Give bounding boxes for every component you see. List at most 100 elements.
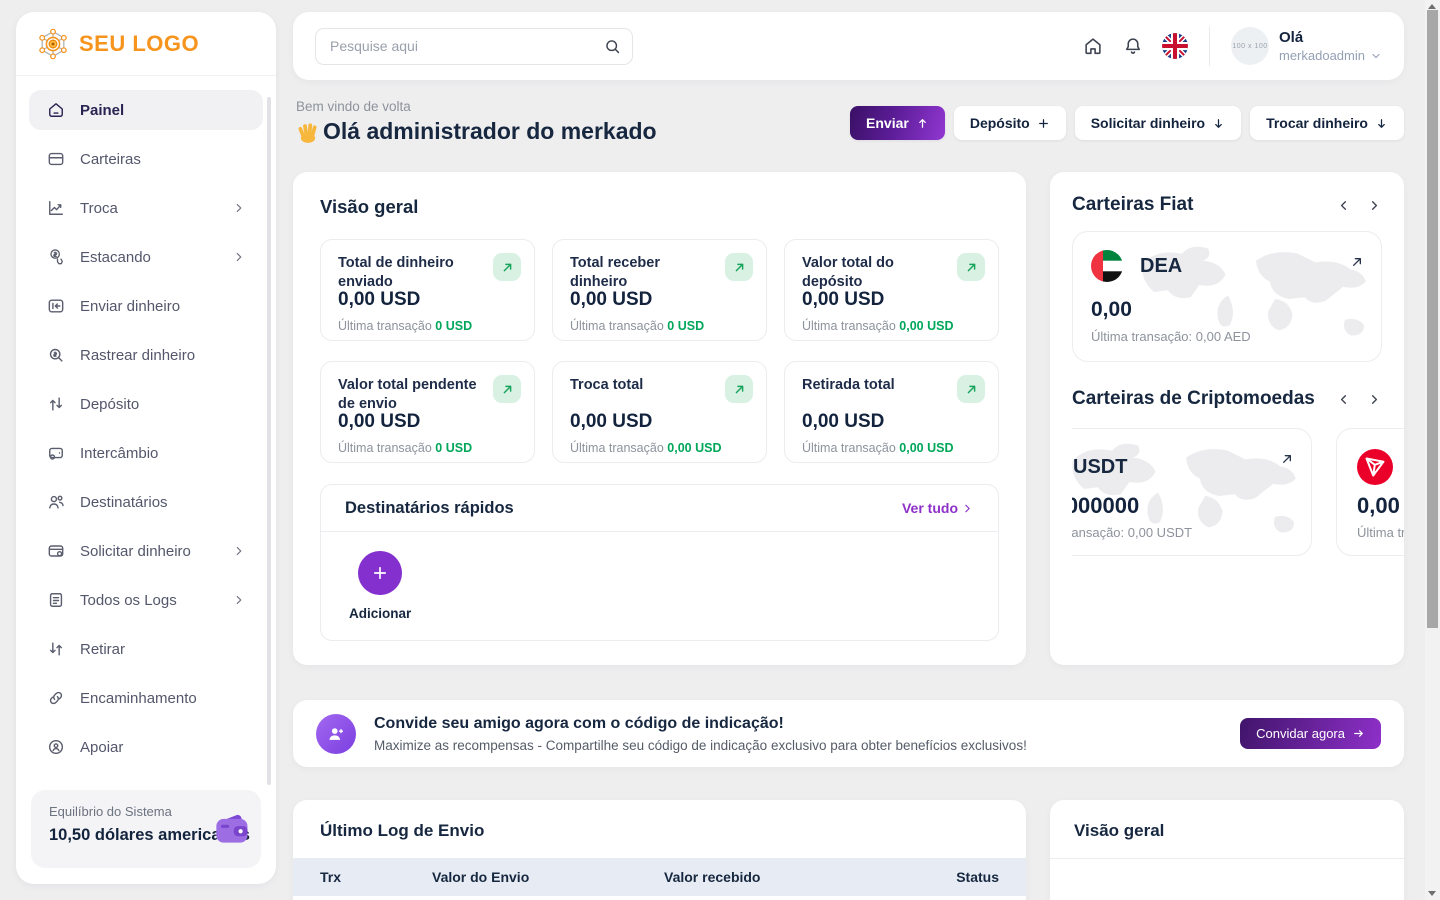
- page-scrollbar[interactable]: [1425, 0, 1440, 900]
- plus-icon: [358, 551, 402, 595]
- arrow-up-right-icon[interactable]: [957, 253, 985, 281]
- sidebar-item-estacando[interactable]: Estacando: [29, 237, 263, 277]
- user-menu[interactable]: 100 x 100 Olá merkadoadmin: [1231, 27, 1382, 65]
- bell-icon[interactable]: [1122, 35, 1144, 57]
- dashboard-screen: SEU LOGO Painel Carteiras Troca: [0, 0, 1440, 900]
- column-send-value: Valor do Envio: [432, 869, 664, 885]
- sidebar-item-solicitar-dinheiro[interactable]: Solicitar dinheiro: [29, 531, 263, 571]
- crypto-wallet-balance: 0,00000000: [1072, 493, 1139, 519]
- system-balance-card: Equilíbrio do Sistema 10,50 dólares amer…: [31, 790, 261, 868]
- chart-line-icon: [46, 198, 66, 218]
- add-recipient-label: Adicionar: [349, 606, 411, 621]
- sidebar-item-enviar-dinheiro[interactable]: Enviar dinheiro: [29, 286, 263, 326]
- referral-title: Convide seu amigo agora com o código de …: [374, 715, 1027, 733]
- sidebar-item-retirar[interactable]: Retirar: [29, 629, 263, 669]
- user-greeting: Olá: [1279, 29, 1382, 46]
- sidebar-item-label: Intercâmbio: [80, 445, 158, 462]
- send-money-icon: [46, 296, 66, 316]
- sidebar-item-label: Destinatários: [80, 494, 168, 511]
- sidebar-item-rastrear-dinheiro[interactable]: Rastrear dinheiro: [29, 335, 263, 375]
- sidebar-item-intercambio[interactable]: Intercâmbio: [29, 433, 263, 473]
- sidebar: SEU LOGO Painel Carteiras Troca: [16, 12, 276, 884]
- send-log-panel: Último Log de Envio Trx Valor do Envio V…: [293, 800, 1026, 900]
- request-money-button[interactable]: Solicitar dinheiro: [1075, 106, 1241, 140]
- username: merkadoadmin: [1279, 48, 1365, 63]
- wave-hand-icon: [296, 120, 320, 144]
- sidebar-item-apoiar[interactable]: Apoiar: [29, 727, 263, 767]
- arrow-up-right-icon[interactable]: [957, 375, 985, 403]
- quick-recipients-card: Destinatários rápidos Ver tudo Adicionar: [320, 484, 999, 641]
- plus-icon: [1037, 117, 1050, 130]
- request-money-icon: [46, 541, 66, 561]
- arrow-down-icon: [1212, 117, 1225, 130]
- crypto-wallet-last-transaction: Última transação: 0,00 USDT: [1072, 525, 1192, 540]
- logo-icon: [36, 27, 70, 61]
- sidebar-item-label: Painel: [80, 102, 124, 119]
- chevron-down-icon: [1370, 50, 1382, 62]
- search-icon[interactable]: [603, 37, 622, 56]
- carousel-prev-icon[interactable]: [1336, 392, 1351, 407]
- sidebar-item-label: Depósito: [80, 396, 139, 413]
- chevron-right-icon: [232, 201, 246, 215]
- sidebar-item-label: Carteiras: [80, 151, 141, 168]
- crypto-wallets-title: Carteiras de Criptomoedas: [1072, 388, 1315, 410]
- add-recipient-button[interactable]: Adicionar: [349, 551, 411, 621]
- carousel-prev-icon[interactable]: [1336, 198, 1351, 213]
- sidebar-item-todos-os-logs[interactable]: Todos os Logs: [29, 580, 263, 620]
- fiat-wallet-card-aed: DEA 0,00 Última transação: 0,00 AED: [1072, 231, 1382, 362]
- sidebar-item-label: Encaminhamento: [80, 690, 197, 707]
- arrow-up-right-icon[interactable]: [725, 375, 753, 403]
- home-icon[interactable]: [1082, 35, 1104, 57]
- logo[interactable]: SEU LOGO: [16, 12, 276, 76]
- purple-wallet-icon: [209, 806, 253, 850]
- column-received-value: Valor recebido: [664, 869, 956, 885]
- fiat-wallets-title: Carteiras Fiat: [1072, 194, 1193, 216]
- arrow-up-right-icon[interactable]: [493, 253, 521, 281]
- send-button[interactable]: Enviar: [850, 106, 945, 140]
- column-status: Status: [956, 869, 999, 885]
- arrow-up-right-icon[interactable]: [1279, 451, 1295, 467]
- sidebar-item-label: Rastrear dinheiro: [80, 347, 195, 364]
- scroll-down-arrow[interactable]: [1428, 891, 1436, 896]
- scrollbar-thumb[interactable]: [1427, 10, 1438, 628]
- sidebar-item-encaminhamento[interactable]: Encaminhamento: [29, 678, 263, 718]
- arrow-up-right-icon[interactable]: [493, 375, 521, 403]
- fiat-wallet-last-transaction: Última transação: 0,00 AED: [1091, 329, 1251, 344]
- sidebar-item-label: Solicitar dinheiro: [80, 543, 191, 560]
- overview-panel: Visão geral Total de dinheiro enviado 0,…: [293, 172, 1026, 665]
- deposit-button[interactable]: Depósito: [954, 106, 1066, 140]
- carousel-next-icon[interactable]: [1367, 392, 1382, 407]
- sidebar-item-painel[interactable]: Painel: [29, 90, 263, 130]
- carousel-next-icon[interactable]: [1367, 198, 1382, 213]
- sidebar-item-troca[interactable]: Troca: [29, 188, 263, 228]
- arrow-up-icon: [916, 117, 929, 130]
- tron-icon: [1357, 449, 1393, 485]
- withdraw-icon: [46, 639, 66, 659]
- invite-now-button[interactable]: Convidar agora: [1240, 718, 1381, 749]
- referral-subtitle: Maximize as recompensas - Compartilhe se…: [374, 738, 1027, 753]
- stat-card-total-exchange: Troca total 0,00 USD Última transação 0,…: [552, 361, 767, 463]
- stat-card-pending-send: Valor total pendente de envio 0,00 USD Ú…: [320, 361, 535, 463]
- sidebar-item-destinatarios[interactable]: Destinatários: [29, 482, 263, 522]
- arrow-up-right-icon[interactable]: [725, 253, 753, 281]
- view-all-link[interactable]: Ver tudo: [902, 500, 974, 516]
- arrow-right-icon: [1352, 727, 1365, 740]
- column-trx: Trx: [320, 869, 432, 885]
- sidebar-item-carteiras[interactable]: Carteiras: [29, 139, 263, 179]
- crypto-carousel: USDT 0,00000000 Última transação: 0,00 U…: [1072, 428, 1404, 557]
- search-input[interactable]: [315, 28, 633, 65]
- sidebar-scrollbar[interactable]: [267, 97, 271, 785]
- send-log-title: Último Log de Envio: [293, 800, 1026, 858]
- arrow-up-right-icon[interactable]: [1349, 254, 1365, 270]
- sidebar-item-deposito[interactable]: Depósito: [29, 384, 263, 424]
- recipients-users-icon: [46, 492, 66, 512]
- language-flag-uk-icon[interactable]: [1162, 33, 1188, 59]
- chevron-right-icon: [232, 250, 246, 264]
- crypto-wallet-card-trx: TRX 0,00 Última transação: 0,00 TRX: [1336, 428, 1404, 556]
- stat-card-total-withdraw: Retirada total 0,00 USD Última transação…: [784, 361, 999, 463]
- overview-bottom-panel: Visão geral: [1050, 800, 1404, 900]
- scroll-up-arrow[interactable]: [1428, 4, 1436, 9]
- uae-flag-icon: [1091, 250, 1123, 282]
- exchange-money-button[interactable]: Trocar dinheiro: [1250, 106, 1404, 140]
- sidebar-item-label: Todos os Logs: [80, 592, 177, 609]
